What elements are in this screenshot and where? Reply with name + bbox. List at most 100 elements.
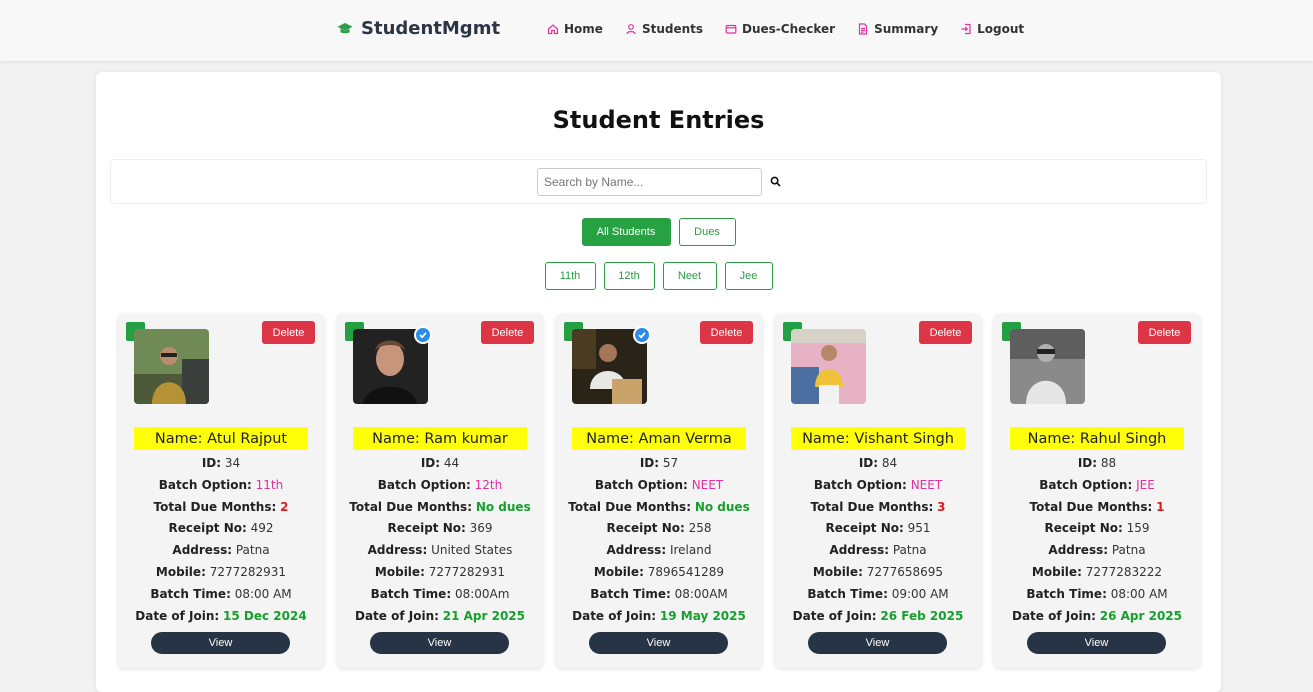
time-label: Batch Time: — [150, 586, 231, 601]
receipt-value: 258 — [688, 521, 712, 536]
address-value: Patna — [1111, 543, 1146, 558]
id-value: 84 — [881, 456, 898, 470]
mobile-value: 7896541289 — [647, 564, 725, 579]
delete-button[interactable]: Delete — [481, 321, 534, 344]
student-card: Delete Name: Vishant Singh ID: 84 Batch … — [775, 314, 981, 668]
filter-jee-button[interactable]: Jee — [724, 262, 773, 290]
join-label: Date of Join: — [355, 608, 439, 623]
batch-label: Batch Option: — [594, 477, 688, 492]
receipt-label: Receipt No: — [387, 521, 466, 536]
delete-button[interactable]: Delete — [1138, 321, 1191, 344]
join-label: Date of Join: — [792, 608, 877, 623]
time-label: Batch Time: — [370, 586, 452, 601]
student-info: ID: 84 Batch Option: NEET Total Due Mont… — [775, 453, 981, 627]
id-value: 44 — [443, 456, 460, 470]
nav-home[interactable]: Home — [547, 22, 603, 36]
graduation-cap-icon — [337, 22, 353, 33]
nav-dues-checker-label: Dues-Checker — [742, 22, 836, 36]
brand[interactable]: StudentMgmt — [337, 18, 500, 39]
student-info: ID: 88 Batch Option: JEE Total Due Month… — [994, 453, 1200, 627]
mobile-label: Mobile: — [155, 564, 206, 579]
batch-value: NEET — [910, 477, 943, 492]
receipt-label: Receipt No: — [825, 521, 904, 536]
due-value: No dues — [475, 499, 531, 514]
mobile-label: Mobile: — [374, 564, 425, 579]
nav-logout[interactable]: Logout — [960, 22, 1024, 36]
filter-11th-button[interactable]: 11th — [544, 262, 596, 290]
receipt-label: Receipt No: — [606, 521, 685, 536]
student-name: Name: Aman Verma — [572, 427, 746, 450]
due-label: Total Due Months: — [810, 499, 934, 514]
student-name: Name: Vishant Singh — [791, 427, 965, 450]
view-button[interactable]: View — [151, 632, 290, 654]
join-label: Date of Join: — [1012, 608, 1096, 623]
navbar: StudentMgmt Home Students Dues-Checker S… — [0, 0, 1313, 61]
mobile-label: Mobile: — [593, 564, 644, 579]
due-value: 3 — [937, 499, 946, 514]
user-icon — [626, 24, 636, 35]
batch-value: 11th — [255, 477, 284, 492]
nav-summary-label: Summary — [874, 22, 939, 36]
main-panel: Student Entries All Students Dues 11th 1… — [96, 72, 1221, 692]
due-label: Total Due Months: — [153, 499, 277, 514]
verified-badge-icon — [414, 326, 432, 344]
home-icon — [547, 24, 559, 35]
student-card: Delete Name: Aman Verma ID: 57 Batch Opt… — [556, 314, 762, 668]
primary-filters: All Students Dues — [96, 218, 1221, 246]
search-icon[interactable] — [770, 176, 781, 187]
receipt-label: Receipt No: — [1044, 521, 1123, 536]
id-value: 34 — [224, 456, 241, 470]
nav-links: Home Students Dues-Checker Summary Logou… — [547, 22, 1024, 36]
view-button[interactable]: View — [1027, 632, 1166, 654]
view-button[interactable]: View — [370, 632, 509, 654]
address-value: Patna — [235, 543, 270, 558]
batch-value: 12th — [474, 477, 503, 492]
id-label: ID: — [1077, 456, 1098, 470]
filter-12th-button[interactable]: 12th — [603, 262, 655, 290]
logout-icon — [961, 23, 971, 35]
address-label: Address: — [606, 543, 667, 558]
time-label: Batch Time: — [807, 586, 888, 601]
time-value: 08:00 AM — [1110, 586, 1168, 601]
student-name: Name: Ram kumar — [353, 427, 527, 450]
receipt-label: Receipt No: — [168, 521, 247, 536]
address-value: Ireland — [669, 543, 712, 558]
delete-button[interactable]: Delete — [262, 321, 315, 344]
id-value: 57 — [662, 456, 679, 470]
nav-students[interactable]: Students — [625, 22, 703, 36]
nav-summary[interactable]: Summary — [857, 22, 938, 36]
view-button[interactable]: View — [589, 632, 728, 654]
address-label: Address: — [172, 543, 233, 558]
join-value: 26 Feb 2025 — [880, 608, 964, 623]
delete-button[interactable]: Delete — [919, 321, 972, 344]
nav-dues-checker[interactable]: Dues-Checker — [725, 22, 835, 36]
address-label: Address: — [367, 543, 428, 558]
student-card: Delete Name: Ram kumar ID: 44 Batch Opti… — [337, 314, 543, 668]
due-value: No dues — [694, 499, 750, 514]
document-icon — [859, 23, 868, 35]
student-info: ID: 34 Batch Option: 11th Total Due Mont… — [118, 453, 324, 627]
mobile-value: 7277283222 — [1085, 564, 1163, 579]
join-label: Date of Join: — [572, 608, 657, 623]
delete-button[interactable]: Delete — [700, 321, 753, 344]
filter-dues-button[interactable]: Dues — [678, 218, 736, 246]
avatar — [134, 329, 209, 404]
due-value: 1 — [1156, 499, 1165, 514]
view-button[interactable]: View — [808, 632, 947, 654]
student-info: ID: 44 Batch Option: 12th Total Due Mont… — [337, 453, 543, 627]
batch-label: Batch Option: — [377, 477, 471, 492]
student-card: Delete Name: Atul Rajput ID: 34 Batch Op… — [118, 314, 324, 668]
batch-value: NEET — [691, 477, 724, 492]
batch-filters: 11th 12th Neet Jee — [96, 262, 1221, 290]
batch-label: Batch Option: — [813, 477, 907, 492]
due-label: Total Due Months: — [349, 499, 472, 514]
wallet-icon — [725, 24, 737, 34]
nav-students-label: Students — [641, 22, 704, 36]
mobile-label: Mobile: — [812, 564, 863, 579]
id-label: ID: — [858, 456, 879, 470]
search-input[interactable] — [537, 168, 762, 196]
time-value: 08:00AM — [674, 586, 728, 601]
filter-neet-button[interactable]: Neet — [662, 262, 717, 290]
due-label: Total Due Months: — [568, 499, 691, 514]
filter-all-students-button[interactable]: All Students — [581, 218, 671, 246]
